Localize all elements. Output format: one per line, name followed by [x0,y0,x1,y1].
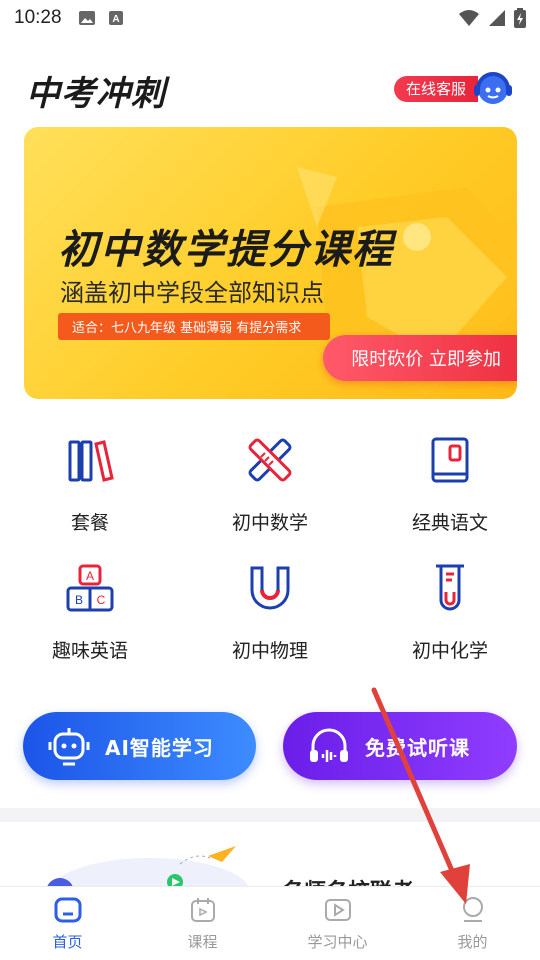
books-icon [68,440,114,482]
wifi-icon [459,10,479,26]
app-title: 中考冲刺 [26,74,166,114]
header: 中考冲刺 在线客服 [0,58,540,118]
battery-icon [514,8,526,28]
category-english[interactable]: A B C 趣味英语 [0,562,180,690]
play-video-icon [324,899,351,921]
ai-learning-label: AI智能学习 [105,735,214,760]
category-grid: 套餐 初中数学 经典语文 A B C 趣味英语 初中物理 初中化学 [0,434,540,690]
action-row: AI智能学习 免费试听课 [0,712,540,782]
nav-label: 课程 [187,933,218,951]
nav-courses[interactable]: 课程 [135,887,270,960]
online-service-button[interactable]: 在线客服 [393,68,514,110]
category-label: 经典语文 [411,512,488,534]
headset-robot-icon [474,72,512,104]
content-card-peek[interactable]: 名师名校联考 [0,822,540,888]
book-icon [431,437,469,483]
ai-learning-button[interactable]: AI智能学习 [23,712,256,780]
banner-subtitle: 涵盖初中学段全部知识点 [60,279,324,307]
nav-learning-center[interactable]: 学习中心 [270,887,405,960]
home-icon [54,897,81,923]
category-math[interactable]: 初中数学 [180,434,360,562]
category-label: 初中物理 [231,640,308,662]
category-chinese[interactable]: 经典语文 [360,434,540,562]
svg-text:A: A [86,569,94,583]
nav-label: 学习中心 [307,933,368,951]
svg-text:B: B [75,593,83,607]
test-tube-icon [436,564,464,611]
banner-title: 初中数学提分课程 [58,227,394,273]
nav-label: 首页 [52,933,83,951]
free-trial-label: 免费试听课 [365,735,470,760]
svg-text:A: A [112,14,119,25]
profile-icon [462,897,483,922]
service-label: 在线客服 [393,76,478,102]
illustration-icon [46,846,250,888]
calendar-icon [190,898,215,922]
status-bar: 10:28 A [0,0,540,36]
magnet-icon [250,566,290,610]
nav-home[interactable]: 首页 [0,887,135,960]
section-divider [0,808,540,822]
robot-icon [48,728,90,766]
nav-label: 我的 [457,933,488,951]
banner-cta-button[interactable]: 限时砍价 立即参加 [323,335,517,381]
category-label: 趣味英语 [51,640,128,662]
category-package[interactable]: 套餐 [0,434,180,562]
font-icon: A [108,11,123,25]
category-label: 初中化学 [411,640,488,662]
category-label: 初中数学 [231,512,308,534]
headphones-icon [310,728,348,762]
gallery-icon [78,11,95,25]
svg-text:C: C [97,593,106,607]
bottom-nav: 首页 课程 学习中心 我的 [0,886,540,960]
banner-tag: 适合：七八九年级 基础薄弱 有提分需求 [58,313,330,340]
category-physics[interactable]: 初中物理 [180,562,360,690]
ruler-pencil-icon [248,438,292,482]
nav-profile[interactable]: 我的 [405,887,540,960]
abc-blocks-icon: A B C [66,564,114,612]
free-trial-button[interactable]: 免费试听课 [283,712,517,780]
signal-icon [489,10,505,26]
promo-banner[interactable]: 初中数学提分课程 涵盖初中学段全部知识点 适合：七八九年级 基础薄弱 有提分需求… [24,127,517,399]
category-label: 套餐 [70,512,109,534]
status-time: 10:28 [14,7,62,28]
category-chemistry[interactable]: 初中化学 [360,562,540,690]
